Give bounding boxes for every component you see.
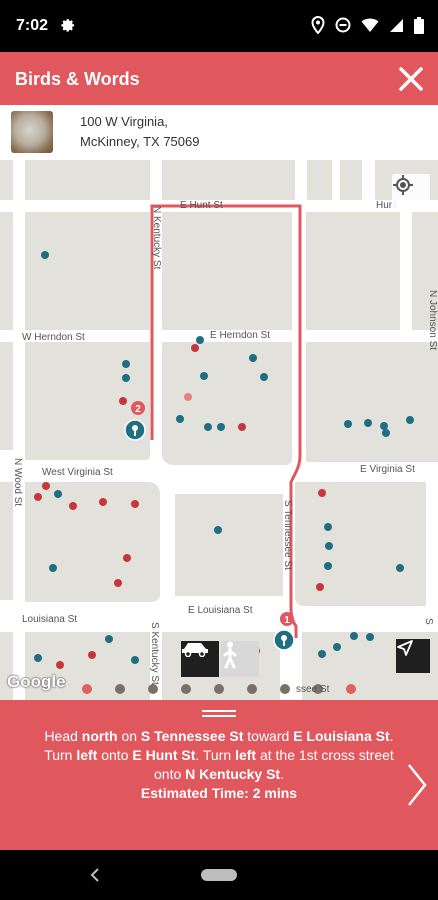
navigate-button[interactable] — [396, 639, 430, 673]
close-button[interactable] — [396, 64, 426, 94]
street-label-e-louisiana: E Louisiana St — [188, 605, 253, 616]
street-label-s-kentucky: S Kentucky St — [149, 622, 160, 685]
address-line-2: McKinney, TX 75069 — [80, 134, 200, 149]
google-logo: Google — [7, 672, 66, 691]
street-label-n-wood: N Wood St — [12, 458, 23, 507]
street-label-west-virginia: West Virginia St — [42, 467, 113, 478]
directions-part: E Hunt St — [132, 747, 196, 763]
app-bar: Birds & Words — [0, 52, 438, 105]
route-marker-2-label: 2 — [135, 404, 141, 415]
back-icon[interactable] — [88, 866, 102, 889]
crosshair-icon — [393, 175, 413, 195]
home-pill[interactable] — [201, 869, 237, 881]
directions-part: . Turn — [195, 747, 236, 763]
directions-part: left — [235, 747, 257, 763]
street-label-n-kentucky: N Kentucky St — [151, 206, 162, 270]
walking-mode-button[interactable] — [221, 641, 259, 677]
address-row: 100 W Virginia, McKinney, TX 75069 — [0, 105, 438, 160]
car-icon — [182, 643, 208, 657]
driving-mode-button[interactable] — [181, 641, 219, 677]
location-thumbnail — [11, 111, 53, 153]
status-bar: 7:02 — [0, 0, 438, 52]
do-not-disturb-icon — [335, 17, 351, 38]
address-line-1: 100 W Virginia, — [80, 114, 168, 129]
wifi-icon — [361, 18, 379, 38]
street-label-e-virginia: E Virginia St — [360, 464, 415, 475]
directions-part: E Louisiana St — [293, 728, 390, 744]
navigation-arrow-icon — [397, 640, 413, 656]
signal-icon — [389, 18, 404, 38]
street-label-e-herndon: E Herndon St — [210, 330, 271, 341]
next-step-button[interactable] — [406, 762, 428, 808]
directions-part: Head — [44, 728, 82, 744]
app-title: Birds & Words — [15, 69, 140, 89]
bird-marker-pink — [184, 393, 192, 401]
directions-text: Head north on S Tennessee St toward E Lo… — [40, 727, 398, 803]
directions-part: north — [81, 728, 118, 744]
location-icon — [311, 15, 325, 39]
estimated-time: Estimated Time: 2 mins — [140, 785, 298, 801]
street-label-s-tennessee-lower: ssee St — [296, 684, 330, 695]
route-marker-1-label: 1 — [284, 615, 290, 626]
status-icons — [311, 15, 424, 39]
street-label-n-johnson: N Johnson St — [427, 290, 438, 351]
settings-gear-icon — [58, 16, 76, 39]
street-label-louisiana: Louisiana St — [22, 614, 78, 625]
chevron-right-icon — [408, 764, 427, 806]
street-label-s-right: S — [423, 618, 434, 625]
directions-part: onto — [97, 747, 133, 763]
close-icon — [399, 67, 423, 91]
status-time: 7:02 — [16, 17, 49, 34]
walking-person-icon — [223, 641, 237, 669]
directions-part: . — [280, 766, 284, 782]
my-location-button[interactable] — [392, 174, 430, 212]
directions-part: left — [76, 747, 98, 763]
street-label-s-tennessee: S Tennessee St — [282, 500, 293, 570]
drag-handle[interactable] — [202, 710, 236, 718]
directions-part: toward — [243, 728, 294, 744]
street-label-w-herndon: W Herndon St — [22, 332, 85, 343]
route-marker-1: 1 — [273, 612, 295, 651]
street-label-e-hunt: E Hunt St — [180, 200, 223, 211]
battery-icon — [414, 16, 424, 39]
directions-part: S Tennessee St — [140, 728, 244, 744]
directions-part: N Kentucky St — [185, 766, 281, 782]
system-nav-bar — [0, 850, 438, 900]
directions-steps: Head north on S Tennessee St toward E Lo… — [44, 728, 394, 782]
directions-panel: Head north on S Tennessee St toward E Lo… — [0, 700, 438, 850]
directions-part: on — [117, 728, 141, 744]
map-view[interactable]: 2 1 E Hunt St Hunt W Herndon St E Herndo… — [0, 160, 438, 700]
